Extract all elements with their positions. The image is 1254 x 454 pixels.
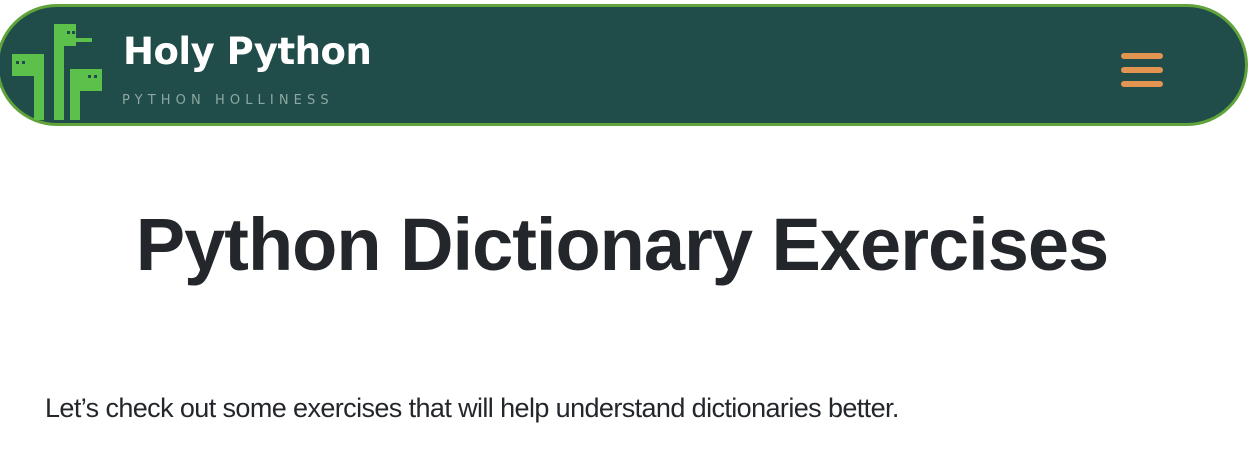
page: Holy Python PYTHON HOLLINESS Python Dict… — [0, 0, 1254, 454]
site-header: Holy Python PYTHON HOLLINESS — [0, 4, 1248, 126]
menu-bar-bottom — [1121, 81, 1163, 87]
home-logo-link[interactable]: Holy Python PYTHON HOLLINESS — [0, 7, 399, 129]
page-title: Python Dictionary Exercises — [135, 203, 1109, 286]
brand-title[interactable]: Holy Python — [123, 29, 372, 75]
brand-tagline: PYTHON HOLLINESS — [122, 93, 334, 108]
snake-logo-icon — [12, 24, 102, 120]
hamburger-menu-button[interactable] — [1115, 47, 1167, 99]
intro-paragraph: Let’s check out some exercises that will… — [45, 393, 899, 423]
menu-bar-middle — [1121, 67, 1163, 73]
menu-bar-top — [1121, 53, 1163, 59]
